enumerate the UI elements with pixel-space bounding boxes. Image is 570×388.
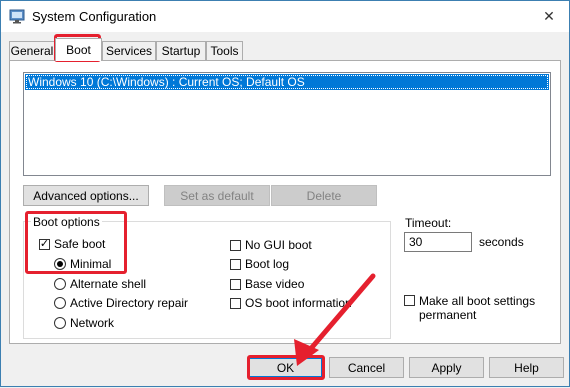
system-configuration-window: System Configuration ✕ General Boot Serv… (0, 0, 570, 387)
tab-boot[interactable]: Boot (55, 38, 102, 61)
